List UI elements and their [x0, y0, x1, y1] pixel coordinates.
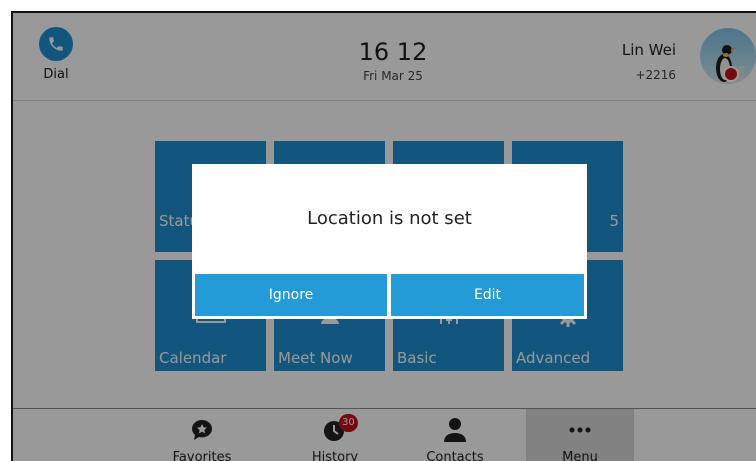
location-dialog: Location is not set Ignore Edit	[192, 164, 587, 319]
phone-screen: Dial 16 12 Fri Mar 25 Lin Wei +2216 Stat…	[11, 11, 756, 461]
dialog-message: Location is not set	[307, 208, 472, 229]
edit-button[interactable]: Edit	[391, 274, 584, 316]
ignore-button[interactable]: Ignore	[195, 274, 387, 316]
